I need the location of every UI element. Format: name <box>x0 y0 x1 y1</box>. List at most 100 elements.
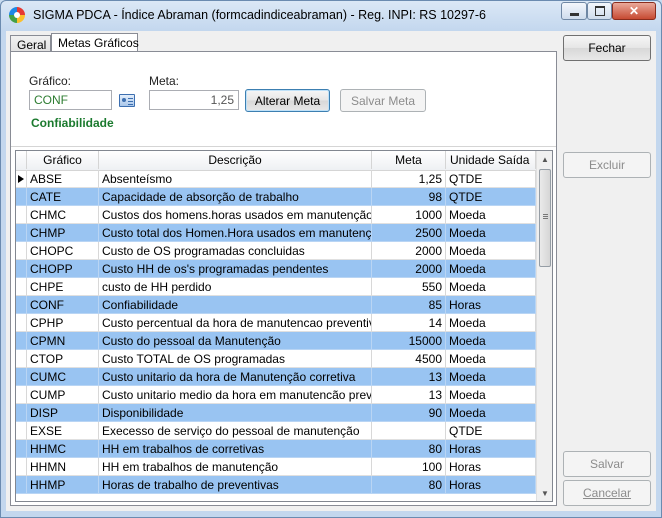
fechar-button[interactable]: Fechar <box>563 35 651 61</box>
cell-grafico[interactable]: DISP <box>27 404 99 422</box>
cell-grafico[interactable]: HHMC <box>27 440 99 458</box>
lookup-icon[interactable] <box>119 94 135 107</box>
table-row[interactable]: CATE Capacidade de absorção de trabalho 98… <box>16 188 536 206</box>
cell-unidade-saida[interactable]: Moeda <box>446 404 536 422</box>
cell-unidade-saida[interactable]: Moeda <box>446 314 536 332</box>
cell-unidade-saida[interactable]: QTDE <box>446 170 536 188</box>
table-row[interactable]: CHMP Custo total dos Homen.Hora usados em… <box>16 224 536 242</box>
header-grafico[interactable]: Gráfico <box>27 151 99 169</box>
minimize-button[interactable] <box>561 2 587 20</box>
cell-unidade-saida[interactable]: QTDE <box>446 422 536 440</box>
scroll-up-icon[interactable]: ▲ <box>537 151 552 167</box>
cell-descricao[interactable]: Custo de OS programadas concluidas <box>99 242 372 260</box>
cell-descricao[interactable]: Custo unitario medio da hora em manutenc… <box>99 386 372 404</box>
cell-grafico[interactable]: CHMP <box>27 224 99 242</box>
cell-descricao[interactable]: Custo TOTAL de OS programadas <box>99 350 372 368</box>
alterar-meta-button[interactable]: Alterar Meta <box>245 89 330 112</box>
cell-unidade-saida[interactable]: Horas <box>446 458 536 476</box>
table-row[interactable]: CHMC Custos dos homens.horas usados em ma… <box>16 206 536 224</box>
cell-meta[interactable]: 98 <box>372 188 446 206</box>
table-row[interactable]: CHOPC Custo de OS programadas concluidas 2… <box>16 242 536 260</box>
cell-grafico[interactable]: CHPE <box>27 278 99 296</box>
cell-meta[interactable]: 2000 <box>372 260 446 278</box>
cell-meta[interactable]: 4500 <box>372 350 446 368</box>
table-row[interactable]: HHMP Horas de trabalho de preventivas 80 Ho… <box>16 476 536 494</box>
cell-descricao[interactable]: Absenteísmo <box>99 170 372 188</box>
salvar-meta-button[interactable]: Salvar Meta <box>340 89 426 112</box>
cell-grafico[interactable]: CPHP <box>27 314 99 332</box>
cell-unidade-saida[interactable]: Moeda <box>446 350 536 368</box>
cancelar-button[interactable]: Cancelar <box>563 480 651 506</box>
cell-descricao[interactable]: Custo percentual da hora de manutencao p… <box>99 314 372 332</box>
header-meta[interactable]: Meta <box>372 151 446 169</box>
meta-field[interactable]: 1,25 <box>149 90 239 110</box>
table-row[interactable]: CUMP Custo unitario medio da hora em manu… <box>16 386 536 404</box>
table-row[interactable]: CONF Confiabilidade 85 Horas <box>16 296 536 314</box>
tab-metas-graficos[interactable]: Metas Gráficos <box>51 33 139 53</box>
cell-grafico[interactable]: CHMC <box>27 206 99 224</box>
cell-grafico[interactable]: CATE <box>27 188 99 206</box>
scroll-down-icon[interactable]: ▼ <box>537 485 552 501</box>
cell-unidade-saida[interactable]: Moeda <box>446 224 536 242</box>
salvar-button[interactable]: Salvar <box>563 451 651 477</box>
cell-meta[interactable]: 100 <box>372 458 446 476</box>
cell-descricao[interactable]: Custo unitario da hora de Manutenção cor… <box>99 368 372 386</box>
scroll-thumb[interactable] <box>539 169 551 267</box>
cell-unidade-saida[interactable]: QTDE <box>446 188 536 206</box>
title-bar[interactable]: SIGMA PDCA - Índice Abraman (formcadindi… <box>1 1 661 31</box>
cell-unidade-saida[interactable]: Horas <box>446 476 536 494</box>
cell-grafico[interactable]: CHOPP <box>27 260 99 278</box>
cell-descricao[interactable]: HH em trabalhos de corretivas <box>99 440 372 458</box>
table-row[interactable]: CPMN Custo do pessoal da Manutenção 15000 M… <box>16 332 536 350</box>
cell-meta[interactable]: 14 <box>372 314 446 332</box>
table-row[interactable]: CHOPP Custo HH de os's programadas penden… <box>16 260 536 278</box>
cell-unidade-saida[interactable]: Moeda <box>446 368 536 386</box>
table-row[interactable]: CHPE custo de HH perdido 550 Moeda <box>16 278 536 296</box>
table-row[interactable]: EXSE Execesso de serviço do pessoal de ma… <box>16 422 536 440</box>
cell-grafico[interactable]: ABSE <box>27 170 99 188</box>
cell-unidade-saida[interactable]: Moeda <box>446 242 536 260</box>
cell-descricao[interactable]: custo de HH perdido <box>99 278 372 296</box>
cell-grafico[interactable]: CONF <box>27 296 99 314</box>
close-button[interactable]: ✕ <box>612 2 656 20</box>
maximize-button[interactable] <box>587 2 612 20</box>
cell-unidade-saida[interactable]: Moeda <box>446 386 536 404</box>
cell-grafico[interactable]: CUMC <box>27 368 99 386</box>
cell-unidade-saida[interactable]: Moeda <box>446 278 536 296</box>
table-row[interactable]: DISP Disponibilidade 90 Moeda <box>16 404 536 422</box>
cell-descricao[interactable]: Execesso de serviço do pessoal de manute… <box>99 422 372 440</box>
cell-descricao[interactable]: Confiabilidade <box>99 296 372 314</box>
cell-unidade-saida[interactable]: Moeda <box>446 206 536 224</box>
header-descricao[interactable]: Descrição <box>99 151 372 169</box>
cell-descricao[interactable]: Capacidade de absorção de trabalho <box>99 188 372 206</box>
cell-descricao[interactable]: Disponibilidade <box>99 404 372 422</box>
cell-descricao[interactable]: Custos dos homens.horas usados em manute… <box>99 206 372 224</box>
cell-unidade-saida[interactable]: Horas <box>446 440 536 458</box>
table-row[interactable]: CPHP Custo percentual da hora de manutenc… <box>16 314 536 332</box>
cell-meta[interactable]: 1000 <box>372 206 446 224</box>
excluir-button[interactable]: Excluir <box>563 152 651 178</box>
cell-meta[interactable]: 80 <box>372 476 446 494</box>
table-row[interactable]: CUMC Custo unitario da hora de Manutenção… <box>16 368 536 386</box>
cell-descricao[interactable]: Custo do pessoal da Manutenção <box>99 332 372 350</box>
cell-descricao[interactable]: Custo total dos Homen.Hora usados em man… <box>99 224 372 242</box>
cell-descricao[interactable]: Custo HH de os's programadas pendentes <box>99 260 372 278</box>
cell-grafico[interactable]: CTOP <box>27 350 99 368</box>
table-row[interactable]: ABSE Absenteísmo 1,25 QTDE <box>16 170 536 188</box>
cell-meta[interactable]: 550 <box>372 278 446 296</box>
cell-meta[interactable]: 2500 <box>372 224 446 242</box>
cell-meta[interactable]: 85 <box>372 296 446 314</box>
header-unidade-saida[interactable]: Unidade Saída <box>446 151 536 169</box>
cell-unidade-saida[interactable]: Horas <box>446 296 536 314</box>
cell-meta[interactable]: 2000 <box>372 242 446 260</box>
cell-unidade-saida[interactable]: Moeda <box>446 260 536 278</box>
tab-geral[interactable]: Geral <box>10 35 51 52</box>
cell-meta[interactable]: 15000 <box>372 332 446 350</box>
grafico-field[interactable]: CONF <box>29 90 112 110</box>
cell-meta[interactable]: 13 <box>372 386 446 404</box>
cell-grafico[interactable]: CPMN <box>27 332 99 350</box>
cell-grafico[interactable]: CHOPC <box>27 242 99 260</box>
cell-meta[interactable]: 90 <box>372 404 446 422</box>
cell-grafico[interactable]: HHMP <box>27 476 99 494</box>
table-row[interactable]: HHMC HH em trabalhos de corretivas 80 Horas <box>16 440 536 458</box>
